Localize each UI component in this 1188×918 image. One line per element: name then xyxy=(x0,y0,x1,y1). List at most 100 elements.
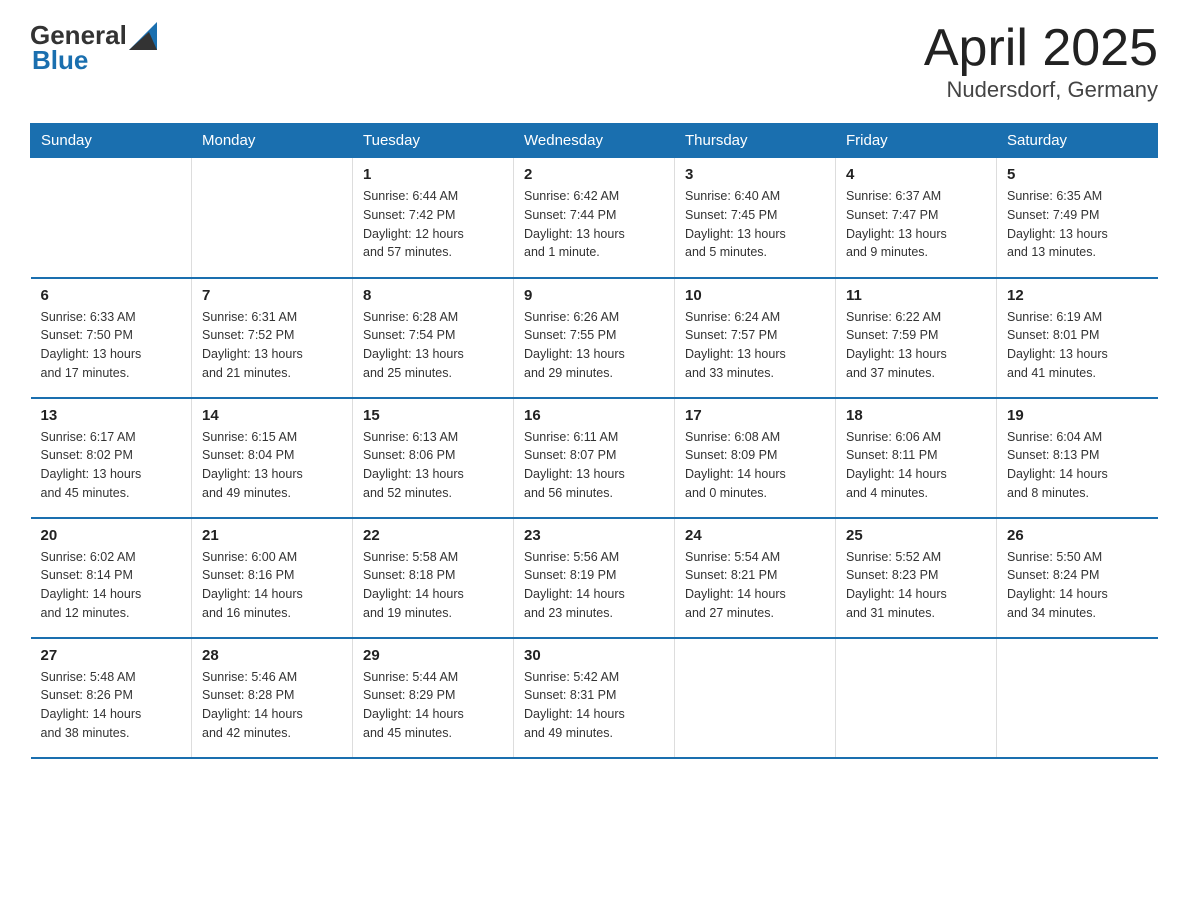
calendar-subtitle: Nudersdorf, Germany xyxy=(924,77,1158,103)
calendar-cell: 10 Sunrise: 6:24 AM Sunset: 7:57 PM Dayli… xyxy=(675,278,836,398)
calendar-cell: 7Sunrise: 6:31 AM Sunset: 7:52 PM Daylig… xyxy=(192,278,353,398)
calendar-cell: 22 Sunrise: 5:58 AM Sunset: 8:18 PM Dayli… xyxy=(353,518,514,638)
day-info: Sunrise: 6:19 AM Sunset: 8:01 PM Dayligh… xyxy=(1007,308,1148,383)
day-number: 13 xyxy=(41,407,182,424)
calendar-cell: 29 Sunrise: 5:44 AM Sunset: 8:29 PM Dayli… xyxy=(353,638,514,758)
day-info: Sunrise: 6:24 AM Sunset: 7:57 PM Dayligh… xyxy=(685,308,825,383)
week-row-4: 20Sunrise: 6:02 AM Sunset: 8:14 PM Dayli… xyxy=(31,518,1158,638)
week-row-1: 1 Sunrise: 6:44 AM Sunset: 7:42 PM Daylig… xyxy=(31,158,1158,278)
calendar-cell: 24 Sunrise: 5:54 AM Sunset: 8:21 PM Dayli… xyxy=(675,518,836,638)
calendar-cell: 27 Sunrise: 5:48 AM Sunset: 8:26 PM Dayli… xyxy=(31,638,192,758)
calendar-cell: 30 Sunrise: 5:42 AM Sunset: 8:31 PM Dayli… xyxy=(514,638,675,758)
title-block: April 2025 Nudersdorf, Germany xyxy=(924,20,1158,103)
page-header: General Blue April 2025 Nudersdorf, Germ… xyxy=(30,20,1158,103)
week-row-3: 13 Sunrise: 6:17 AM Sunset: 8:02 PM Dayli… xyxy=(31,398,1158,518)
day-info: Sunrise: 6:28 AM Sunset: 7:54 PM Dayligh… xyxy=(363,308,503,383)
day-info: Sunrise: 6:02 AM Sunset: 8:14 PM Dayligh… xyxy=(41,548,182,623)
calendar-cell: 16 Sunrise: 6:11 AM Sunset: 8:07 PM Dayli… xyxy=(514,398,675,518)
day-info: Sunrise: 5:50 AM Sunset: 8:24 PM Dayligh… xyxy=(1007,548,1148,623)
calendar-table: SundayMondayTuesdayWednesdayThursdayFrid… xyxy=(30,123,1158,759)
day-info: Sunrise: 6:22 AM Sunset: 7:59 PM Dayligh… xyxy=(846,308,986,383)
calendar-cell: 4Sunrise: 6:37 AM Sunset: 7:47 PM Daylig… xyxy=(836,158,997,278)
calendar-cell: 20Sunrise: 6:02 AM Sunset: 8:14 PM Dayli… xyxy=(31,518,192,638)
day-number: 25 xyxy=(846,527,986,544)
day-info: Sunrise: 6:15 AM Sunset: 8:04 PM Dayligh… xyxy=(202,428,342,503)
weekday-header-friday: Friday xyxy=(836,124,997,158)
day-number: 18 xyxy=(846,407,986,424)
day-info: Sunrise: 6:11 AM Sunset: 8:07 PM Dayligh… xyxy=(524,428,664,503)
day-number: 19 xyxy=(1007,407,1148,424)
day-info: Sunrise: 5:56 AM Sunset: 8:19 PM Dayligh… xyxy=(524,548,664,623)
day-info: Sunrise: 5:54 AM Sunset: 8:21 PM Dayligh… xyxy=(685,548,825,623)
calendar-cell: 3 Sunrise: 6:40 AM Sunset: 7:45 PM Daylig… xyxy=(675,158,836,278)
day-info: Sunrise: 5:42 AM Sunset: 8:31 PM Dayligh… xyxy=(524,668,664,743)
day-info: Sunrise: 6:13 AM Sunset: 8:06 PM Dayligh… xyxy=(363,428,503,503)
calendar-cell: 17Sunrise: 6:08 AM Sunset: 8:09 PM Dayli… xyxy=(675,398,836,518)
day-info: Sunrise: 6:08 AM Sunset: 8:09 PM Dayligh… xyxy=(685,428,825,503)
day-number: 3 xyxy=(685,166,825,183)
day-info: Sunrise: 6:40 AM Sunset: 7:45 PM Dayligh… xyxy=(685,187,825,262)
day-number: 5 xyxy=(1007,166,1148,183)
day-number: 30 xyxy=(524,647,664,664)
day-number: 22 xyxy=(363,527,503,544)
day-number: 29 xyxy=(363,647,503,664)
calendar-cell: 8 Sunrise: 6:28 AM Sunset: 7:54 PM Daylig… xyxy=(353,278,514,398)
week-row-5: 27 Sunrise: 5:48 AM Sunset: 8:26 PM Dayli… xyxy=(31,638,1158,758)
calendar-cell: 25 Sunrise: 5:52 AM Sunset: 8:23 PM Dayli… xyxy=(836,518,997,638)
calendar-cell: 2Sunrise: 6:42 AM Sunset: 7:44 PM Daylig… xyxy=(514,158,675,278)
day-info: Sunrise: 5:52 AM Sunset: 8:23 PM Dayligh… xyxy=(846,548,986,623)
day-number: 23 xyxy=(524,527,664,544)
day-number: 24 xyxy=(685,527,825,544)
day-info: Sunrise: 5:58 AM Sunset: 8:18 PM Dayligh… xyxy=(363,548,503,623)
day-info: Sunrise: 6:17 AM Sunset: 8:02 PM Dayligh… xyxy=(41,428,182,503)
day-info: Sunrise: 6:44 AM Sunset: 7:42 PM Dayligh… xyxy=(363,187,503,262)
week-row-2: 6Sunrise: 6:33 AM Sunset: 7:50 PM Daylig… xyxy=(31,278,1158,398)
calendar-cell: 6Sunrise: 6:33 AM Sunset: 7:50 PM Daylig… xyxy=(31,278,192,398)
day-info: Sunrise: 6:35 AM Sunset: 7:49 PM Dayligh… xyxy=(1007,187,1148,262)
calendar-cell: 18 Sunrise: 6:06 AM Sunset: 8:11 PM Dayli… xyxy=(836,398,997,518)
day-info: Sunrise: 5:44 AM Sunset: 8:29 PM Dayligh… xyxy=(363,668,503,743)
day-number: 26 xyxy=(1007,527,1148,544)
logo-blue-text: Blue xyxy=(32,45,88,76)
calendar-cell: 23 Sunrise: 5:56 AM Sunset: 8:19 PM Dayli… xyxy=(514,518,675,638)
day-number: 15 xyxy=(363,407,503,424)
day-info: Sunrise: 5:48 AM Sunset: 8:26 PM Dayligh… xyxy=(41,668,182,743)
day-info: Sunrise: 6:26 AM Sunset: 7:55 PM Dayligh… xyxy=(524,308,664,383)
calendar-cell: 5 Sunrise: 6:35 AM Sunset: 7:49 PM Daylig… xyxy=(997,158,1158,278)
day-number: 14 xyxy=(202,407,342,424)
calendar-cell: 26 Sunrise: 5:50 AM Sunset: 8:24 PM Dayli… xyxy=(997,518,1158,638)
day-info: Sunrise: 5:46 AM Sunset: 8:28 PM Dayligh… xyxy=(202,668,342,743)
weekday-header-tuesday: Tuesday xyxy=(353,124,514,158)
day-number: 9 xyxy=(524,287,664,304)
calendar-cell: 9 Sunrise: 6:26 AM Sunset: 7:55 PM Daylig… xyxy=(514,278,675,398)
weekday-header-row: SundayMondayTuesdayWednesdayThursdayFrid… xyxy=(31,124,1158,158)
day-number: 27 xyxy=(41,647,182,664)
day-number: 8 xyxy=(363,287,503,304)
day-number: 11 xyxy=(846,287,986,304)
calendar-cell: 12 Sunrise: 6:19 AM Sunset: 8:01 PM Dayli… xyxy=(997,278,1158,398)
day-number: 1 xyxy=(363,166,503,183)
calendar-cell: 14 Sunrise: 6:15 AM Sunset: 8:04 PM Dayli… xyxy=(192,398,353,518)
day-info: Sunrise: 6:04 AM Sunset: 8:13 PM Dayligh… xyxy=(1007,428,1148,503)
calendar-cell: 1 Sunrise: 6:44 AM Sunset: 7:42 PM Daylig… xyxy=(353,158,514,278)
calendar-cell: 21Sunrise: 6:00 AM Sunset: 8:16 PM Dayli… xyxy=(192,518,353,638)
calendar-cell xyxy=(675,638,836,758)
weekday-header-monday: Monday xyxy=(192,124,353,158)
day-info: Sunrise: 6:06 AM Sunset: 8:11 PM Dayligh… xyxy=(846,428,986,503)
day-info: Sunrise: 6:42 AM Sunset: 7:44 PM Dayligh… xyxy=(524,187,664,262)
calendar-cell xyxy=(836,638,997,758)
day-number: 12 xyxy=(1007,287,1148,304)
calendar-cell xyxy=(31,158,192,278)
weekday-header-thursday: Thursday xyxy=(675,124,836,158)
day-number: 16 xyxy=(524,407,664,424)
weekday-header-wednesday: Wednesday xyxy=(514,124,675,158)
calendar-cell: 28Sunrise: 5:46 AM Sunset: 8:28 PM Dayli… xyxy=(192,638,353,758)
day-number: 7 xyxy=(202,287,342,304)
day-number: 10 xyxy=(685,287,825,304)
calendar-title: April 2025 xyxy=(924,20,1158,77)
logo: General Blue xyxy=(30,20,157,76)
calendar-cell xyxy=(997,638,1158,758)
logo-icon xyxy=(129,22,157,50)
calendar-cell: 19 Sunrise: 6:04 AM Sunset: 8:13 PM Dayli… xyxy=(997,398,1158,518)
day-info: Sunrise: 6:00 AM Sunset: 8:16 PM Dayligh… xyxy=(202,548,342,623)
